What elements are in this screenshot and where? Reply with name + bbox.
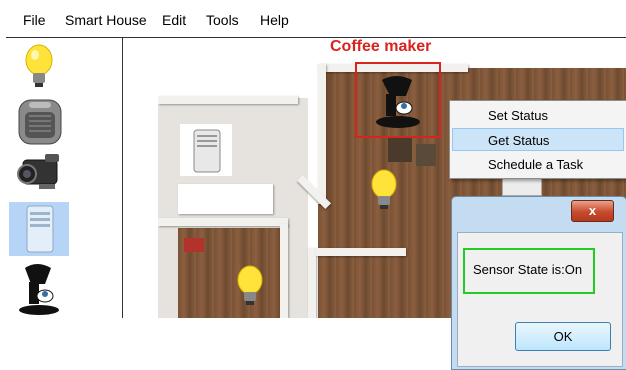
menu-item-set-status[interactable]: Set Status (452, 103, 624, 126)
menu-item-label: Schedule a Task (488, 157, 584, 172)
tool-air-conditioner[interactable] (9, 202, 69, 256)
coffee-maker-icon (19, 264, 59, 315)
menu-item-get-status[interactable]: Get Status (452, 128, 624, 151)
menu-item-label: Get Status (488, 133, 550, 148)
appliance-red (184, 238, 204, 252)
tool-lightbulb[interactable] (9, 40, 69, 94)
menu-bar: File Smart House Edit Tools Help (0, 0, 626, 38)
lightbulb-icon (25, 44, 53, 87)
device-toolbox (6, 38, 123, 318)
wall (308, 248, 316, 318)
tool-coffee-maker[interactable] (9, 258, 69, 315)
wall (280, 224, 288, 318)
wall (318, 64, 326, 204)
context-menu: Set Status Get Status Schedule a Task (449, 100, 626, 179)
air-conditioner-icon (193, 129, 221, 173)
chair (416, 144, 436, 166)
desk (178, 184, 273, 214)
heater-icon (18, 99, 62, 145)
plan-air-conditioner[interactable] (180, 124, 232, 176)
menu-item-schedule-task[interactable]: Schedule a Task (452, 152, 624, 175)
wall (158, 218, 288, 226)
ok-button[interactable]: OK (515, 322, 611, 351)
plan-lightbulb-icon[interactable] (366, 168, 402, 214)
close-button[interactable]: x (571, 200, 614, 222)
air-conditioner-icon (26, 205, 54, 253)
coffee-maker-label: Coffee maker (330, 38, 432, 55)
wall (158, 96, 298, 104)
coffee-maker-highlight-box (355, 62, 441, 138)
camera-icon (17, 154, 59, 189)
menu-item-label: Set Status (488, 108, 548, 123)
menu-smart-house[interactable]: Smart House (65, 12, 147, 28)
tool-heater[interactable] (9, 94, 69, 148)
device-partial (502, 178, 542, 196)
chair (388, 138, 412, 162)
wall (316, 248, 406, 256)
menu-tools[interactable]: Tools (206, 12, 239, 28)
menu-edit[interactable]: Edit (162, 12, 186, 28)
menu-file[interactable]: File (23, 12, 46, 28)
menu-help[interactable]: Help (260, 12, 289, 28)
plan-lightbulb-icon[interactable] (232, 264, 268, 310)
tool-camera[interactable] (9, 146, 69, 200)
sensor-state-message: Sensor State is:On (473, 262, 583, 277)
